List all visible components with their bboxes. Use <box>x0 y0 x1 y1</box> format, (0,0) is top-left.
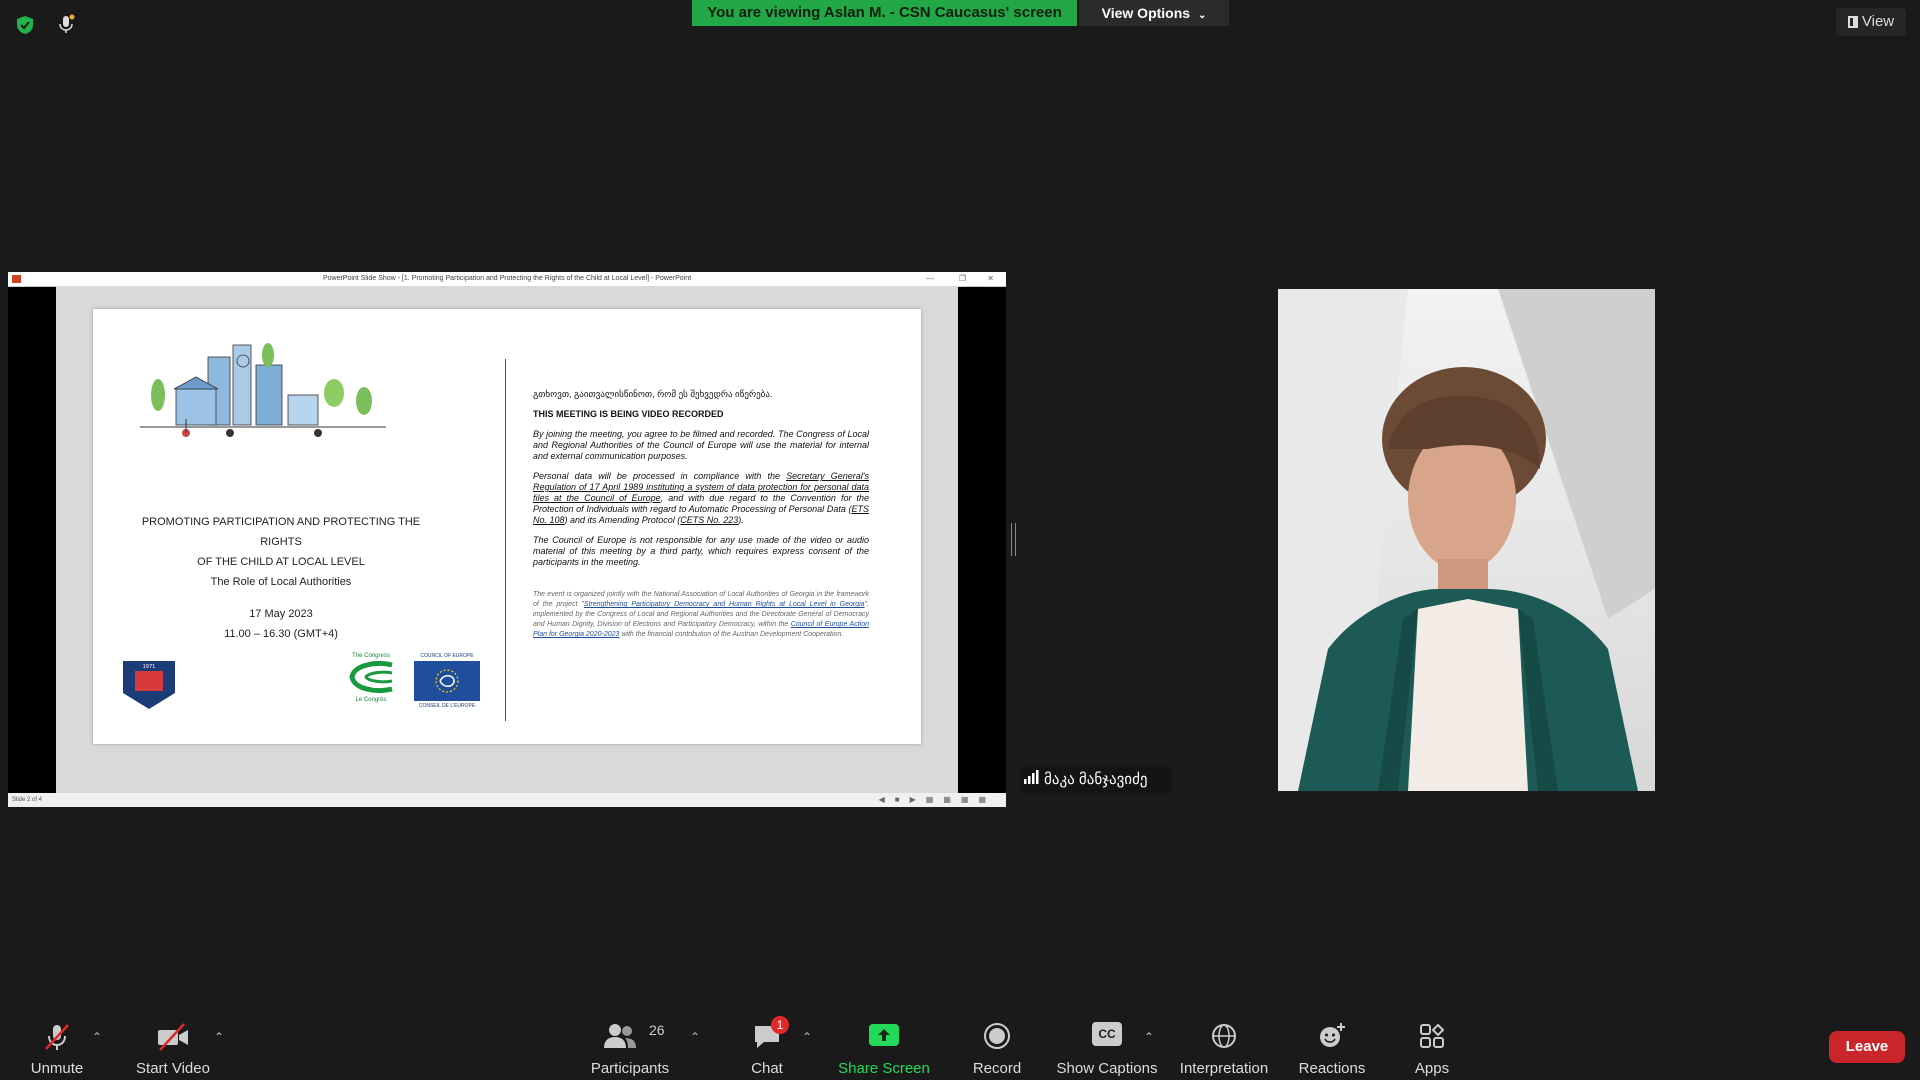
video-options-chevron-icon[interactable]: ⌃ <box>214 1030 224 1044</box>
powerpoint-title-bar: PowerPoint Slide Show - [1. Promoting Pa… <box>8 272 1006 287</box>
leave-button[interactable]: Leave <box>1829 1031 1905 1063</box>
close-icon[interactable]: ✕ <box>987 272 994 286</box>
recorded-heading: THIS MEETING IS BEING VIDEO RECORDED <box>533 409 724 419</box>
participants-icon <box>603 1022 637 1054</box>
slideshow-controls[interactable]: ◀■▶▦▦▦▦ <box>879 793 996 807</box>
congress-logo-bottom-text: Le Congrès <box>355 697 387 703</box>
signal-strength-icon <box>1024 767 1040 793</box>
chat-button[interactable]: 1 Chat <box>735 1008 799 1080</box>
split-resize-handle[interactable] <box>1011 523 1016 556</box>
viewing-screen-banner: You are viewing Aslan M. - CSN Caucasus'… <box>692 0 1077 26</box>
apps-icon <box>1418 1022 1446 1054</box>
reactions-button[interactable]: Reactions <box>1290 1008 1374 1080</box>
show-captions-button[interactable]: CC Show Captions <box>1054 1008 1160 1080</box>
window-title: PowerPoint Slide Show - [1. Promoting Pa… <box>322 275 692 282</box>
start-video-label: Start Video <box>136 1060 210 1077</box>
view-label: View <box>1861 13 1895 30</box>
powerpoint-logo-icon <box>12 275 21 283</box>
council-of-europe-logo: COUNCIL OF EUROPE CONSEIL DE L'EUROPE <box>411 653 483 711</box>
participants-button[interactable]: 26 Participants <box>585 1008 675 1080</box>
cets-223-link[interactable]: CETS No. 223 <box>680 515 738 525</box>
start-video-button[interactable]: Start Video <box>128 1008 218 1080</box>
chat-chevron-icon[interactable]: ⌃ <box>802 1030 812 1044</box>
smiley-plus-icon <box>1317 1022 1347 1054</box>
globe-icon <box>1210 1022 1238 1054</box>
georgia-association-logo: 1971 <box>121 659 177 711</box>
chevron-down-icon: ⌄ <box>1197 10 1207 21</box>
powerpoint-status-bar: Slide 2 of 4 ◀■▶▦▦▦▦ <box>8 793 1006 807</box>
notice-paragraph-3: The Council of Europe is not responsible… <box>533 535 869 567</box>
share-screen-icon <box>868 1022 900 1052</box>
slide-subtitle: The Role of Local Authorities <box>210 576 352 588</box>
notice-paragraph-2: Personal data will be processed in compl… <box>533 471 869 525</box>
notice-paragraph-1: By joining the meeting, you agree to be … <box>533 429 869 461</box>
share-screen-label: Share Screen <box>838 1060 930 1077</box>
participants-label: Participants <box>590 1060 670 1077</box>
reactions-label: Reactions <box>1298 1060 1366 1077</box>
recording-notice: გთხოვთ, გაითვალისწინოთ, რომ ეს შეხვედრა … <box>533 389 869 649</box>
muted-microphone-icon <box>42 1022 72 1056</box>
chat-label: Chat <box>751 1060 783 1077</box>
view-options-label: View Options <box>1101 5 1191 21</box>
svg-text:1971: 1971 <box>143 664 156 670</box>
slide-counter: Slide 2 of 4 <box>12 797 43 803</box>
slide: PROMOTING PARTICIPATION AND PROTECTING T… <box>93 309 921 744</box>
closed-captions-icon: CC <box>1092 1022 1122 1046</box>
slide-date: 17 May 2023 <box>249 608 313 620</box>
minimize-icon[interactable]: — <box>926 272 934 286</box>
view-layout-button[interactable]: View <box>1836 8 1906 36</box>
participants-chevron-icon[interactable]: ⌃ <box>690 1030 700 1044</box>
restore-icon[interactable]: ❐ <box>959 272 966 286</box>
apps-button[interactable]: Apps <box>1400 1008 1464 1080</box>
video-off-icon <box>156 1022 190 1056</box>
chat-unread-badge: 1 <box>771 1016 789 1034</box>
show-captions-label: Show Captions <box>1056 1060 1158 1077</box>
security-shield-icon[interactable] <box>14 14 36 36</box>
slide-footnote: The event is organized jointly with the … <box>533 591 869 638</box>
view-layout-icon <box>1847 16 1858 29</box>
share-screen-button[interactable]: Share Screen <box>836 1008 932 1080</box>
participant-name: მაკა მანჯავიძე <box>1044 771 1148 788</box>
interpretation-label: Interpretation <box>1179 1060 1269 1077</box>
coe-logo-top-text: COUNCIL OF EUROPE <box>420 653 474 659</box>
project-link[interactable]: Strengthening Participatory Democracy an… <box>584 601 865 608</box>
slide-title-line2: OF THE CHILD AT LOCAL LEVEL <box>197 556 365 568</box>
record-label: Record <box>972 1060 1022 1077</box>
slide-title-line1: PROMOTING PARTICIPATION AND PROTECTING T… <box>141 516 421 548</box>
audio-status-icon[interactable] <box>54 12 78 36</box>
participants-count: 26 <box>649 1022 665 1038</box>
view-options-button[interactable]: View Options ⌄ <box>1079 0 1229 26</box>
slide-time: 11.00 – 16.30 (GMT+4) <box>224 628 338 640</box>
unmute-label: Unmute <box>30 1060 84 1077</box>
coe-logo-bottom-text: CONSEIL DE L'EUROPE <box>418 703 476 709</box>
captions-chevron-icon[interactable]: ⌃ <box>1144 1030 1154 1044</box>
city-illustration <box>138 337 388 447</box>
meeting-toolbar: Unmute ⌃ Start Video ⌃ 26 Participants ⌃… <box>0 1008 1920 1080</box>
audio-options-chevron-icon[interactable]: ⌃ <box>92 1030 102 1044</box>
participant-video[interactable] <box>1278 289 1655 791</box>
record-button[interactable]: Record <box>962 1008 1032 1080</box>
record-icon <box>983 1022 1011 1054</box>
shared-screen[interactable]: PowerPoint Slide Show - [1. Promoting Pa… <box>8 272 1006 807</box>
participant-name-label: მაკა მანჯავიძე <box>1020 767 1172 793</box>
slide-divider <box>505 359 506 721</box>
unmute-button[interactable]: Unmute <box>20 1008 94 1080</box>
interpretation-button[interactable]: Interpretation <box>1172 1008 1276 1080</box>
georgian-notice: გთხოვთ, გაითვალისწინოთ, რომ ეს შეხვედრა … <box>533 389 773 399</box>
slide-title: PROMOTING PARTICIPATION AND PROTECTING T… <box>133 512 429 644</box>
apps-label: Apps <box>1414 1060 1450 1077</box>
congress-logo: The Congress Le Congrès <box>345 653 397 711</box>
